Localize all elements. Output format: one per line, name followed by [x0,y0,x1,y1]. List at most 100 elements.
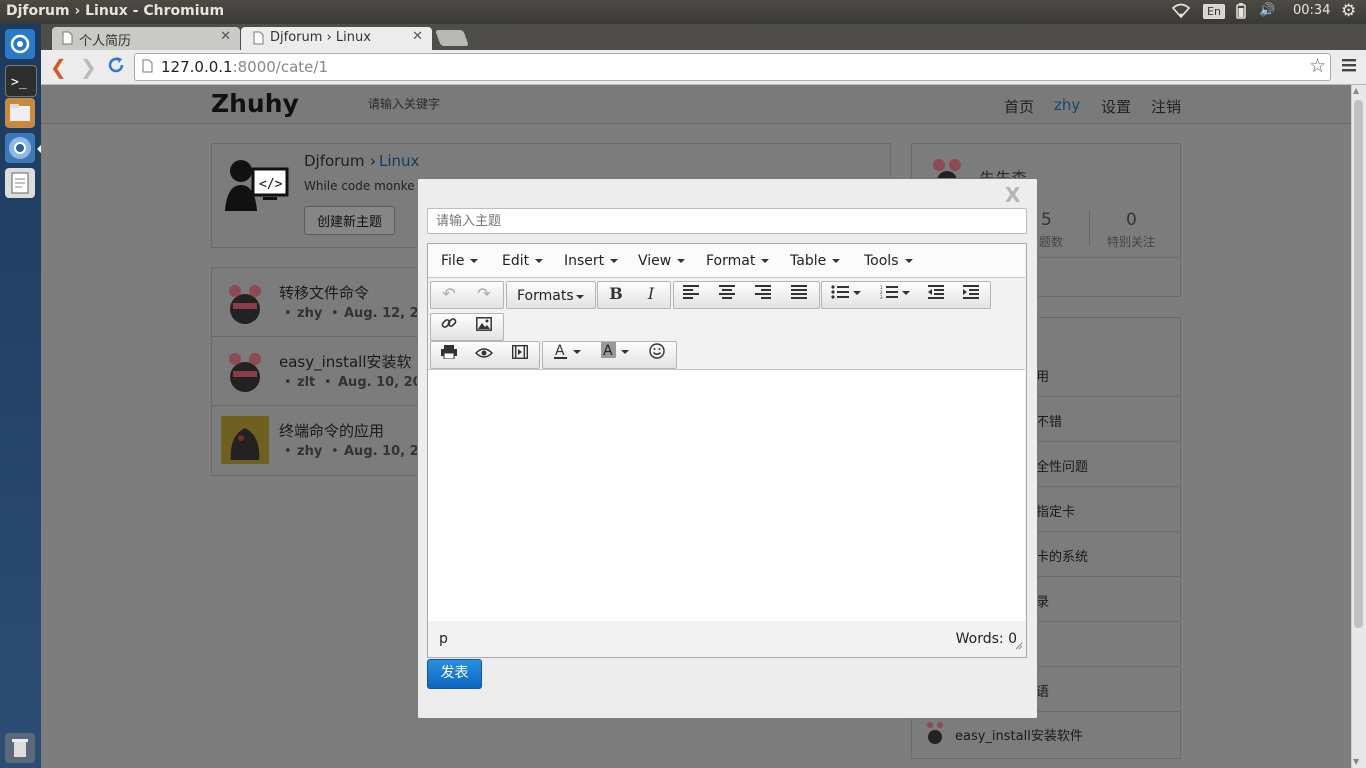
nav-home[interactable]: 首页 [1004,96,1034,117]
side-list-item[interactable]: 卡的系统 [1036,546,1088,565]
scroll-down-arrow-icon[interactable]: ▼ [1353,757,1359,766]
close-tab-icon[interactable]: ✕ [412,29,423,44]
text-color-icon[interactable]: A [544,342,590,366]
bullet-list-icon[interactable] [823,282,869,306]
nav-user[interactable]: zhy [1054,96,1080,114]
menu-table[interactable]: Table [790,253,841,269]
forward-arrow-icon[interactable]: ❯ [80,55,97,79]
side-list-item[interactable]: 不错 [1036,411,1062,430]
breadcrumb-root[interactable]: Djforum [304,152,364,170]
close-modal-button[interactable]: X [1005,183,1020,207]
clock[interactable]: 00:34 [1293,3,1330,18]
print-icon[interactable] [432,342,466,366]
numbered-list-icon[interactable]: 123 [872,282,918,306]
background-color-icon[interactable]: A [592,342,638,366]
preview-eye-icon[interactable] [467,342,501,366]
topic-author[interactable]: zhy [297,306,322,321]
scrollbar-thumb[interactable] [1354,100,1363,628]
element-path[interactable]: p [439,631,448,647]
indent-icon[interactable] [954,282,988,306]
avatar[interactable] [221,349,269,397]
bullet: • [331,306,339,321]
topic-author[interactable]: zlt [297,375,315,390]
wifi-icon[interactable] [1171,3,1191,23]
side-list-item[interactable]: 指定卡 [1036,501,1075,520]
link-icon[interactable] [432,314,466,338]
trash-icon[interactable] [5,733,35,763]
new-tab-button[interactable] [435,30,469,46]
menu-hamburger-icon[interactable] [1342,57,1356,77]
avatar[interactable] [221,416,269,464]
image-icon[interactable] [467,314,501,338]
editor-content-area[interactable] [428,369,1025,622]
topic-author[interactable]: zhy [297,444,322,459]
text-editor-icon[interactable] [5,168,35,198]
scroll-up-arrow-icon[interactable]: ▲ [1353,86,1359,95]
caret-down-icon [576,295,584,299]
align-right-icon[interactable] [746,282,780,306]
close-tab-icon[interactable]: ✕ [220,29,231,44]
subject-input[interactable] [434,209,1018,233]
gear-icon[interactable]: ⚙ [1341,1,1356,21]
menu-view[interactable]: View [638,253,686,269]
menu-insert[interactable]: Insert [564,253,619,269]
nav-settings[interactable]: 设置 [1101,96,1131,117]
bullet: • [324,375,332,390]
svg-text:A: A [603,343,613,359]
site-brand[interactable]: Zhuhy [211,89,299,118]
back-arrow-icon[interactable]: ❮ [50,55,67,79]
keyboard-layout-indicator[interactable]: En [1203,4,1225,19]
outdent-icon[interactable] [919,282,953,306]
svg-text:</>: </> [259,177,283,192]
emoticon-icon[interactable] [640,342,674,366]
tab-resume[interactable]: 个人简历 ✕ [52,27,240,50]
menu-format[interactable]: Format [706,253,770,269]
media-icon[interactable] [503,342,537,366]
topic-title[interactable]: 转移文件命令 [279,282,369,303]
volume-icon[interactable]: 🔊 [1259,3,1275,18]
reload-icon[interactable] [106,55,126,79]
topic-title[interactable]: 终端命令的应用 [279,420,384,441]
undo-icon[interactable]: ↶ [432,282,466,306]
url-host: 127.0.0.1 [161,58,233,76]
resize-handle-icon[interactable] [1015,639,1023,654]
breadcrumb-current[interactable]: Linux [379,152,419,170]
align-left-icon[interactable] [674,282,708,306]
bookmark-star-icon[interactable]: ☆ [1309,55,1326,77]
bullet: • [331,444,339,459]
bold-icon[interactable]: B [599,282,633,306]
bullet: • [284,444,292,459]
tab-djforum-linux[interactable]: Djforum › Linux ✕ [241,27,432,50]
caret-down-icon [832,259,841,263]
create-topic-button[interactable]: 创建新主题 [304,206,396,235]
align-justify-icon[interactable] [782,282,816,306]
chromium-icon[interactable] [5,133,35,163]
topic-title[interactable]: easy_install安装软 [279,351,412,372]
terminal-icon[interactable]: >_ [5,65,37,97]
italic-icon[interactable]: I [634,282,668,306]
dash-home-icon[interactable] [5,29,35,59]
publish-button[interactable]: 发表 [427,659,482,689]
menu-label: Table [790,253,827,269]
battery-icon[interactable] [1235,3,1247,23]
files-icon[interactable] [5,98,35,128]
stat-label: 特别关注 [1107,235,1156,249]
subject-field[interactable] [427,208,1027,234]
align-center-icon[interactable] [710,282,744,306]
caret-down-icon [535,259,544,263]
caret-down-icon [470,259,479,263]
topic-date: Aug. 10, 20 [344,444,428,459]
search-input[interactable]: 请输入关键字 [368,95,440,112]
breadcrumb-separator: › [370,152,376,170]
category-description: While code monke [304,179,415,193]
menu-file[interactable]: File [441,253,479,269]
menu-tools[interactable]: Tools [864,253,913,269]
redo-icon[interactable]: ↷ [467,282,501,306]
side-list-item[interactable]: easy_install安装软件 [955,725,1083,744]
avatar[interactable] [924,719,946,747]
menu-edit[interactable]: Edit [502,253,544,269]
side-list-item[interactable]: 全性问题 [1036,456,1088,475]
avatar[interactable] [221,281,269,329]
nav-logout[interactable]: 注销 [1151,96,1181,117]
address-bar[interactable]: 127.0.0.1:8000/cate/1 ☆ [134,53,1331,81]
